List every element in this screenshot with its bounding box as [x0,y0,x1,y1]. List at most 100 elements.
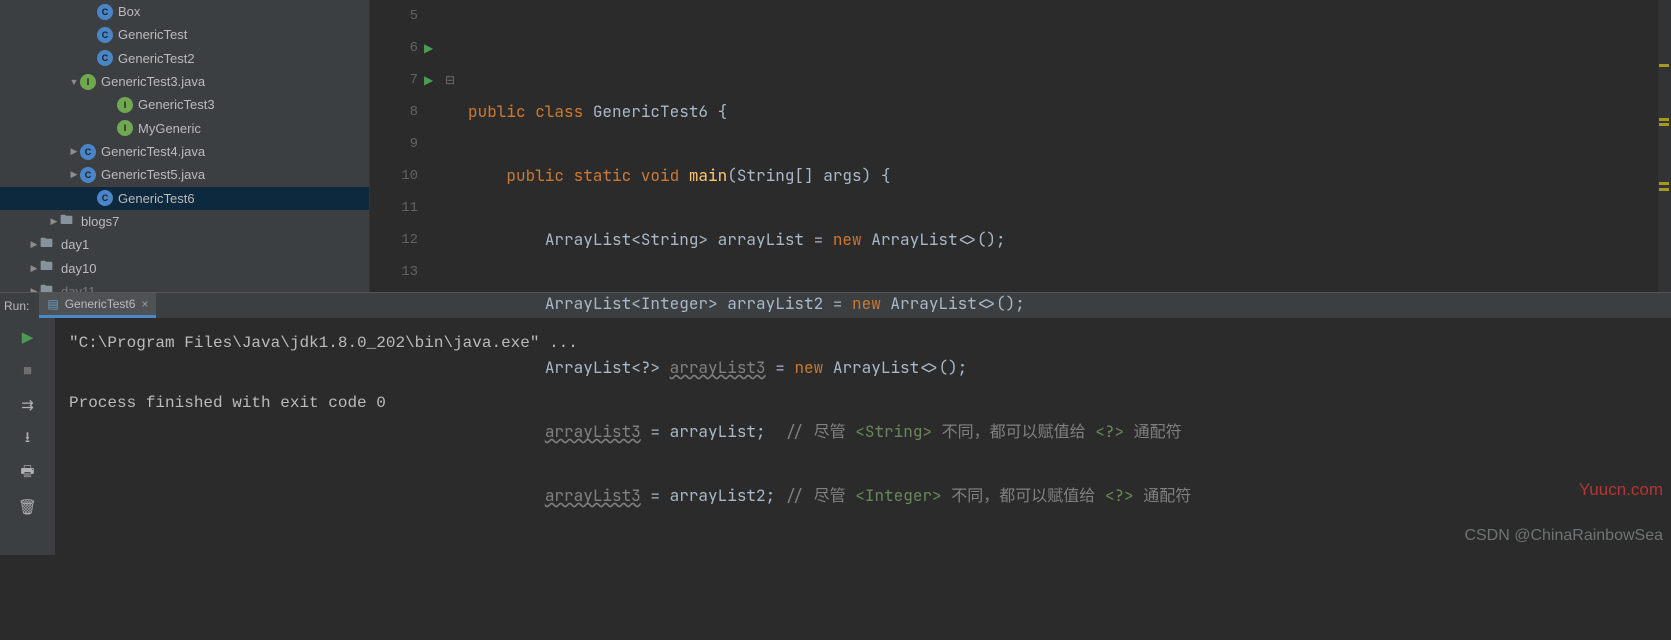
run-gutter-icon[interactable]: ▶ [424,41,433,56]
code-text: <String> [855,421,932,442]
line-number: 10 [370,160,418,192]
warning-stripe-mark[interactable] [1659,182,1669,185]
code-text: // 尽管 [785,421,855,442]
trash-icon[interactable]: 🗑 [17,496,39,518]
run-panel-title: Run: [4,299,29,313]
stop-icon[interactable]: ■ [17,360,39,382]
code-text: <?> [1095,421,1124,442]
code-text: ArrayList<Integer> arrayList2 = [545,293,852,314]
code-text: new [852,293,890,314]
code-text: main [689,165,727,186]
warning-stripe-mark[interactable] [1659,118,1669,121]
project-tree[interactable]: ▶CBox▶CGenericTest▶CGenericTest2▼IGeneri… [0,0,370,292]
tree-item-label: day1 [61,237,89,252]
expand-arrow-icon[interactable]: ▶ [48,216,60,227]
expand-arrow-icon[interactable]: ▶ [28,263,40,274]
interface-icon: I [117,120,133,136]
warning-stripe-mark[interactable] [1659,123,1669,126]
class-icon: C [97,4,113,20]
class-icon: C [97,27,113,43]
code-text: new [794,357,832,378]
code-text: 通配符 [1124,421,1182,442]
tree-item[interactable]: ▶🖿 day11 [0,280,369,292]
interface-icon: I [80,74,96,90]
code-editor[interactable]: 5678910111213 ▶ ▶ ⊟ public class Generic… [370,0,1671,292]
tree-item[interactable]: ▶IMyGeneric [0,117,369,140]
expand-arrow-icon[interactable]: ▼ [68,77,80,87]
tree-item[interactable]: ▶IGenericTest3 [0,93,369,116]
tree-item-label: MyGeneric [138,121,201,136]
tree-item[interactable]: ▶CGenericTest6 [0,187,369,210]
code-text: 不同，都可以赋值给 [932,421,1095,442]
tree-item[interactable]: ▶CBox [0,0,369,23]
tree-item-label: blogs7 [81,214,119,229]
expand-arrow-icon[interactable]: ▶ [28,239,40,250]
tree-item-label: GenericTest5.java [101,167,205,182]
folder-icon: 🖿 [60,214,76,230]
print-icon[interactable]: 🖶 [17,462,39,484]
line-number: 12 [370,224,418,256]
code-text: GenericTest6 { [593,101,727,122]
tree-item-label: day11 [61,284,95,292]
tree-item[interactable]: ▼I GenericTest3.java [0,70,369,93]
tree-item[interactable]: ▶🖿day10 [0,257,369,280]
run-tab[interactable]: ▤ GenericTest6 × [39,293,156,318]
class-icon: C [80,144,96,160]
expand-arrow-icon[interactable]: ▶ [28,286,40,292]
tree-item-label: Box [118,4,140,19]
class-icon: C [97,50,113,66]
expand-arrow-icon[interactable]: ▶ [68,146,80,157]
close-icon[interactable]: × [141,297,148,311]
run-tab-label: GenericTest6 [65,297,136,311]
tree-item[interactable]: ▶CGenericTest4.java [0,140,369,163]
code-text: ArrayList<String> arrayList = [545,229,833,250]
fold-icon[interactable]: ⊟ [445,73,455,88]
warning-stripe-mark[interactable] [1659,64,1669,67]
code-text: new [833,229,871,250]
rerun-icon[interactable]: ▶ [17,326,39,348]
code-text: public static void [506,165,688,186]
code-text: arrayList3 [670,357,766,378]
folder-icon: 🖿 [40,237,56,253]
tree-item[interactable]: ▶🖿 day1 [0,233,369,256]
run-gutter-icon[interactable]: ▶ [424,73,433,88]
line-number: 13 [370,256,418,288]
code-text: ArrayList<>(); [890,293,1024,314]
class-icon: C [80,167,96,183]
code-text: // 尽管 [785,485,855,506]
watermark-red: Yuucn.com [1579,480,1663,500]
code-text: 通配符 [1134,485,1192,506]
line-number: 9 [370,128,418,160]
console-line: Process finished with exit code 0 [69,394,386,412]
run-toolbar: ▶ ■ ⇉ ⭳ 🖶 🗑 [0,318,55,555]
tree-item-label: day10 [61,261,96,276]
expand-arrow-icon[interactable]: ▶ [68,169,80,180]
tree-item-label: GenericTest [118,27,187,42]
code-text: = [766,357,795,378]
class-icon: C [97,190,113,206]
line-number: 7 [370,64,418,96]
code-body[interactable]: public class GenericTest6 { public stati… [440,0,1671,292]
tree-item[interactable]: ▶C GenericTest5.java [0,163,369,186]
watermark-gray: CSDN @ChinaRainbowSea [1464,527,1663,545]
folder-icon: 🖿 [40,284,56,292]
tree-item-label: GenericTest3.java [101,74,205,89]
layout-icon[interactable]: ⇉ [17,394,39,416]
code-text: arrayList3 [545,421,641,442]
tree-item[interactable]: ▶🖿 blogs7 [0,210,369,233]
warning-stripe-mark[interactable] [1659,188,1669,191]
code-text: arrayList3 [545,485,641,506]
code-text: (String[] args) { [727,165,890,186]
editor-error-stripe[interactable] [1657,0,1671,292]
scroll-icon[interactable]: ⭳ [17,428,39,450]
tree-item[interactable]: ▶CGenericTest [0,23,369,46]
application-icon: ▤ [47,297,58,311]
code-text: ArrayList<>(); [871,229,1005,250]
code-text: <Integer> [855,485,941,506]
tree-item-label: GenericTest2 [118,51,195,66]
code-text: ArrayList<?> [545,357,670,378]
tree-item[interactable]: ▶CGenericTest2 [0,47,369,70]
code-text: 不同，都可以赋值给 [942,485,1105,506]
line-number: 8 [370,96,418,128]
code-text: ArrayList<>(); [833,357,967,378]
